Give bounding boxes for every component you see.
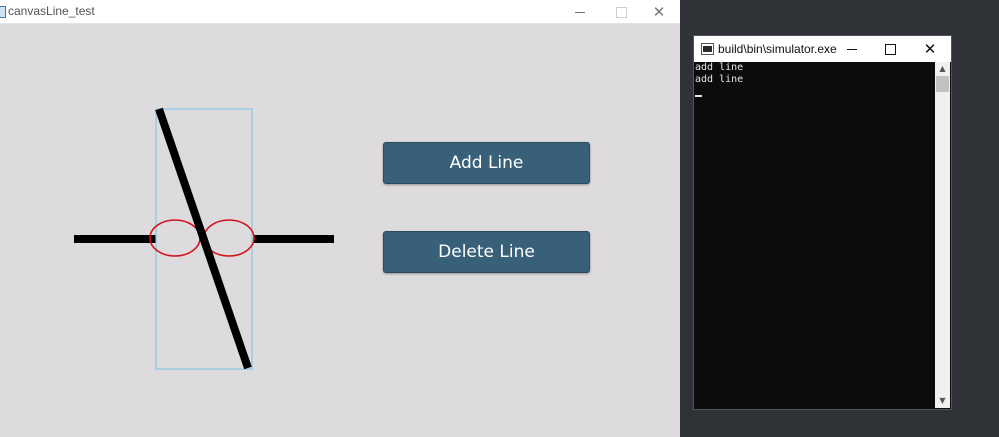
maximize-icon [615, 7, 627, 18]
console-titlebar[interactable]: build\bin\simulator.exe ✕ [694, 36, 951, 62]
close-icon: ✕ [923, 40, 937, 58]
left-handle-circle[interactable] [149, 219, 201, 257]
app-window: canvasLine_test ✕ Add Line Delete Line [0, 0, 680, 437]
maximize-icon [884, 44, 896, 55]
minimize-button[interactable] [558, 0, 602, 23]
close-icon: ✕ [652, 3, 666, 21]
app-window-icon [0, 6, 6, 18]
console-output[interactable]: add line add line [695, 62, 935, 408]
app-titlebar[interactable]: canvasLine_test ✕ [0, 0, 680, 24]
add-line-button-label: Add Line [449, 153, 524, 173]
minimize-icon [575, 12, 585, 13]
scroll-down-arrow-icon[interactable]: ▼ [935, 394, 950, 408]
app-window-title: canvasLine_test [8, 4, 95, 18]
console-scrollbar[interactable]: ▲ ▼ [935, 62, 950, 408]
delete-line-button-label: Delete Line [438, 242, 535, 262]
scroll-thumb[interactable] [936, 76, 949, 92]
console-window-icon [701, 43, 714, 55]
delete-line-button[interactable]: Delete Line [383, 231, 590, 273]
console-close-button[interactable]: ✕ [910, 36, 950, 62]
minimize-icon [847, 49, 857, 50]
console-line: add line [695, 74, 744, 85]
console-cursor [695, 95, 702, 97]
console-maximize-button[interactable] [870, 36, 910, 62]
console-window: build\bin\simulator.exe ✕ add line add l… [694, 36, 951, 409]
console-window-title: build\bin\simulator.exe [718, 42, 837, 56]
close-button[interactable]: ✕ [637, 0, 681, 23]
console-minimize-button[interactable] [832, 36, 872, 62]
diagonal-line[interactable] [155, 107, 252, 370]
add-line-button[interactable]: Add Line [383, 142, 590, 184]
scroll-up-arrow-icon[interactable]: ▲ [935, 62, 950, 76]
console-line: add line [695, 62, 744, 73]
